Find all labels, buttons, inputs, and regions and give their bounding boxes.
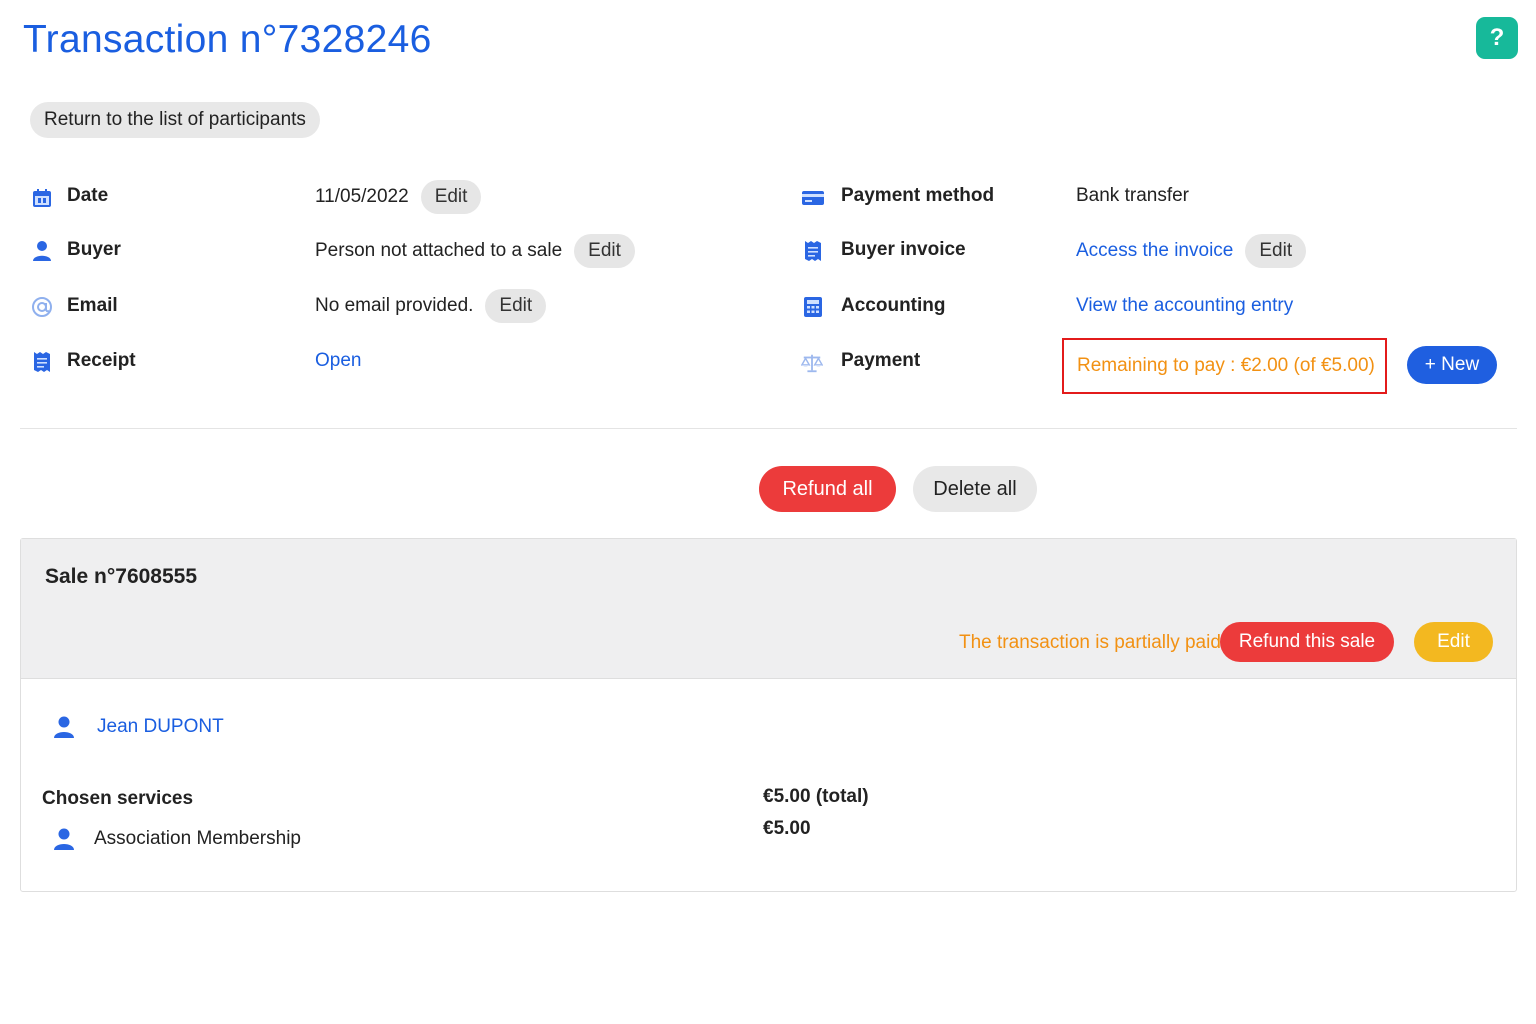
receipt-icon — [31, 351, 53, 373]
balance-scale-icon — [801, 352, 823, 374]
invoice-icon — [802, 240, 824, 262]
sale-header: Sale n°7608555 The transaction is partia… — [21, 539, 1516, 679]
calendar-icon — [31, 187, 53, 209]
section-divider — [20, 428, 1517, 429]
date-label: Date — [67, 185, 109, 206]
return-to-participants-button[interactable]: Return to the list of participants — [30, 102, 320, 138]
buyer-invoice-value-group: Access the invoice Edit — [1076, 234, 1307, 268]
remaining-to-pay-status: Remaining to pay : €2.00 (of €5.00) — [1062, 338, 1387, 394]
delete-all-button[interactable]: Delete all — [913, 466, 1037, 512]
calculator-icon — [802, 296, 824, 318]
service-price: €5.00 — [763, 818, 811, 839]
email-value: No email provided. — [315, 295, 474, 316]
payment-method-label: Payment method — [841, 185, 995, 206]
refund-this-sale-button[interactable]: Refund this sale — [1220, 622, 1394, 662]
refund-all-button[interactable]: Refund all — [759, 466, 896, 512]
partial-payment-status: The transaction is partially paid. — [959, 632, 1227, 653]
sale-title: Sale n°7608555 — [45, 565, 198, 588]
service-name: Association Membership — [94, 828, 301, 849]
edit-buyer-button[interactable]: Edit — [574, 234, 635, 268]
receipt-label: Receipt — [67, 350, 136, 371]
services-total: €5.00 (total) — [763, 786, 869, 807]
person-icon — [53, 715, 75, 739]
date-value: 11/05/2022 — [315, 186, 409, 207]
edit-invoice-button[interactable]: Edit — [1245, 234, 1307, 268]
help-button[interactable]: ? — [1476, 17, 1518, 59]
buyer-value: Person not attached to a sale — [315, 240, 563, 261]
open-receipt-link[interactable]: Open — [315, 350, 361, 372]
email-label: Email — [67, 295, 118, 316]
email-value-group: No email provided. Edit — [315, 289, 547, 323]
accounting-label: Accounting — [841, 295, 946, 316]
view-accounting-entry-link[interactable]: View the accounting entry — [1076, 295, 1293, 317]
at-sign-icon — [31, 296, 53, 318]
edit-email-button[interactable]: Edit — [485, 289, 547, 323]
person-icon — [53, 827, 75, 851]
edit-date-button[interactable]: Edit — [420, 180, 482, 214]
sale-card: Sale n°7608555 The transaction is partia… — [20, 538, 1517, 892]
person-icon — [31, 240, 53, 262]
edit-sale-button[interactable]: Edit — [1414, 622, 1493, 662]
participant-link[interactable]: Jean DUPONT — [97, 716, 224, 738]
date-value-group: 11/05/2022 Edit — [315, 180, 482, 214]
chosen-services-label: Chosen services — [42, 788, 194, 809]
credit-card-icon — [802, 187, 824, 209]
buyer-label: Buyer — [67, 239, 121, 260]
page-title: Transaction n°7328246 — [23, 18, 432, 61]
payment-method-value: Bank transfer — [1076, 185, 1189, 206]
buyer-value-group: Person not attached to a sale Edit — [315, 234, 635, 268]
new-payment-button[interactable]: + New — [1407, 346, 1497, 384]
payment-label: Payment — [841, 350, 921, 371]
access-invoice-link[interactable]: Access the invoice — [1076, 240, 1233, 262]
buyer-invoice-label: Buyer invoice — [841, 239, 966, 260]
